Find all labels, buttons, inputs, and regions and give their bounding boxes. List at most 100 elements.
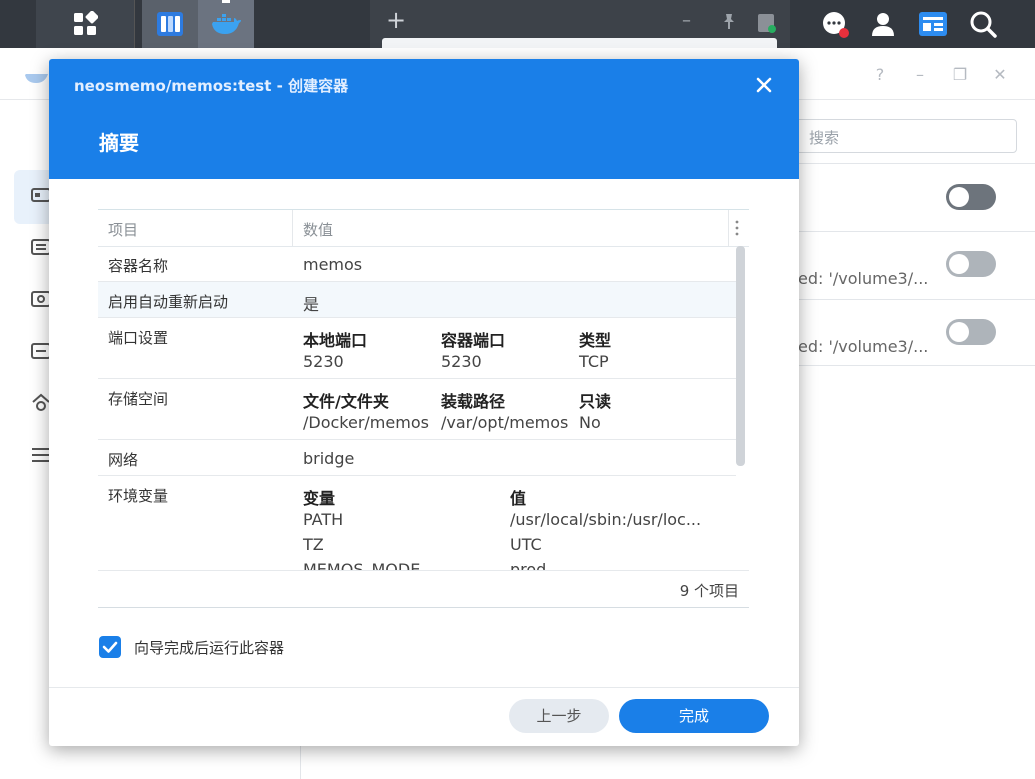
- grid-icon: [74, 11, 98, 35]
- row-label: 容器名称: [108, 257, 169, 275]
- port-container-header: 容器端口: [441, 331, 506, 350]
- container-manager-icon: [212, 14, 241, 34]
- env-val-header: 值: [510, 489, 527, 508]
- list-item-text: ed: '/volume3/...: [798, 269, 929, 288]
- done-button[interactable]: 完成: [619, 699, 769, 733]
- dialog-subtitle: 摘要: [99, 131, 139, 155]
- table-row[interactable]: 端口设置 本地端口 容器端口 类型 5230 5230 TCP: [98, 318, 736, 379]
- package-center-icon: [157, 12, 183, 36]
- table-row[interactable]: 容器名称 memos: [98, 246, 736, 282]
- storage-readonly-value: No: [579, 413, 601, 432]
- port-local-value: 5230: [303, 352, 344, 371]
- toggle-switch-2[interactable]: [946, 251, 996, 277]
- port-local-header: 本地端口: [303, 331, 368, 350]
- table-row[interactable]: 存储空间 文件/文件夹 装载路径 只读 /Docker/memos /var/o…: [98, 379, 736, 440]
- table-row[interactable]: 环境变量 变量 值 PATH /usr/local/sbin:/usr/loc.…: [98, 476, 736, 570]
- env-var-value: prod: [510, 560, 547, 570]
- minimize-button[interactable]: –: [909, 65, 931, 85]
- app-logo-icon: [25, 74, 48, 83]
- address-bar: [382, 38, 777, 48]
- row-label: 网络: [108, 451, 139, 469]
- row-value: 是: [303, 295, 320, 314]
- env-var-name: PATH: [303, 510, 344, 529]
- env-var-header: 变量: [303, 489, 336, 508]
- table-row[interactable]: 网络 bridge: [98, 440, 736, 476]
- row-label: 启用自动重新启动: [108, 293, 229, 311]
- list-divider: [798, 365, 1035, 366]
- toggle-switch-1[interactable]: [946, 184, 996, 210]
- search-button[interactable]: [960, 0, 1006, 48]
- env-var-value: UTC: [510, 535, 542, 554]
- table-header: 项目 数值: [98, 209, 749, 247]
- row-value: memos: [303, 255, 363, 274]
- list-divider: [798, 299, 1035, 300]
- column-divider: [292, 210, 293, 246]
- checkmark-icon: [102, 641, 118, 653]
- env-var-name: TZ: [303, 535, 324, 554]
- storage-folder-value: /Docker/memos: [303, 413, 429, 432]
- container-list-icon: [31, 239, 51, 255]
- port-type-header: 类型: [579, 331, 612, 350]
- active-app-indicator: [222, 0, 230, 3]
- network-icon: [32, 393, 50, 411]
- taskbar: + –: [0, 0, 1035, 48]
- package-center-button[interactable]: [142, 0, 198, 48]
- log-icon: [32, 448, 50, 462]
- create-container-dialog: neosmemo/memos:test - 创建容器 摘要 项目 数值 容器名称…: [49, 59, 799, 746]
- list-divider: [798, 163, 1035, 164]
- overview-icon: [31, 188, 51, 202]
- row-label: 端口设置: [108, 329, 169, 347]
- browser-window-strip: + –: [370, 0, 790, 48]
- maximize-button[interactable]: ❐: [949, 65, 971, 85]
- image-icon: [31, 343, 51, 359]
- dialog-title: neosmemo/memos:test - 创建容器: [74, 77, 349, 95]
- search-input[interactable]: 搜索: [790, 119, 1017, 153]
- user-icon: [872, 13, 894, 36]
- dialog-header: neosmemo/memos:test - 创建容器 摘要: [49, 59, 799, 179]
- minimize-icon[interactable]: –: [682, 10, 691, 31]
- previous-button[interactable]: 上一步: [509, 699, 609, 733]
- project-icon: [31, 291, 51, 307]
- column-header-value[interactable]: 数值: [303, 219, 333, 240]
- close-window-button[interactable]: ✕: [989, 65, 1011, 85]
- port-container-value: 5230: [441, 352, 482, 371]
- column-divider: [728, 210, 729, 246]
- table-scrollbar[interactable]: [736, 246, 745, 466]
- table-body[interactable]: 容器名称 memos 启用自动重新启动 是 端口设置 本地端口 容器端口 类型 …: [98, 246, 749, 570]
- main-menu-button[interactable]: [36, 0, 135, 48]
- footer-divider: [49, 687, 799, 688]
- checkbox-label[interactable]: 向导完成后运行此容器: [134, 637, 284, 658]
- run-after-wizard-checkbox[interactable]: [99, 636, 121, 658]
- help-button[interactable]: ?: [869, 65, 891, 85]
- extension-icon[interactable]: [755, 10, 777, 34]
- user-button[interactable]: [860, 0, 906, 48]
- toggle-switch-3[interactable]: [946, 319, 996, 345]
- storage-mount-header: 装载路径: [441, 392, 506, 411]
- search-placeholder: 搜索: [809, 129, 840, 147]
- close-button[interactable]: [752, 73, 776, 97]
- widgets-button[interactable]: [910, 0, 956, 48]
- new-tab-button[interactable]: +: [386, 6, 406, 34]
- widgets-icon: [919, 12, 947, 36]
- port-type-value: TCP: [579, 352, 609, 371]
- storage-folder-header: 文件/文件夹: [303, 392, 389, 411]
- table-footer: 9 个项目: [98, 570, 749, 608]
- column-menu-icon[interactable]: [734, 218, 740, 238]
- column-header-item[interactable]: 项目: [108, 219, 138, 240]
- chat-button[interactable]: [812, 0, 858, 48]
- pin-icon[interactable]: [720, 12, 738, 30]
- row-label: 环境变量: [108, 487, 169, 505]
- chat-icon: [823, 12, 849, 38]
- item-count: 9 个项目: [679, 582, 739, 600]
- list-divider: [798, 231, 1035, 232]
- row-value: bridge: [303, 449, 355, 468]
- row-label: 存储空间: [108, 390, 169, 408]
- env-var-value: /usr/local/sbin:/usr/loc...: [510, 510, 702, 529]
- list-item-text: ed: '/volume3/...: [798, 337, 929, 356]
- container-manager-button[interactable]: [198, 0, 254, 48]
- table-row[interactable]: 启用自动重新启动 是: [98, 282, 736, 318]
- storage-readonly-header: 只读: [579, 392, 612, 411]
- env-var-name: MEMOS_MODE: [303, 560, 421, 570]
- search-icon: [970, 11, 997, 38]
- close-icon: [756, 77, 772, 93]
